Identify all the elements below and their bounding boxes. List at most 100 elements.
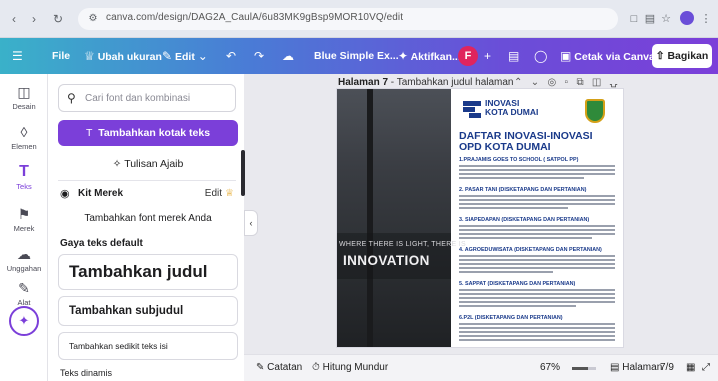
undo-icon[interactable]: ↶ [226,38,236,74]
search-placeholder: Cari font dan kombinasi [85,93,191,104]
timer-icon: ⏱ [312,362,320,373]
rail-item-uploads[interactable]: ☁ Unggahan [0,246,48,273]
timer-button[interactable]: ⏱ Hitung Mundur [312,362,388,373]
list-item-heading: 2. PASAR TANI (DISKETAPANG DAN PERTANIAN… [459,187,587,193]
rail-item-design[interactable]: ◫ Desain [0,84,48,111]
hide-icon[interactable]: ◎ [547,77,556,88]
innovation-photo: WHERE THERE IS LIGHT, THERE IS INNOVATIO… [337,89,466,347]
browser-chrome: ‹ › ↻ ⚙ canva.com/design/DAG2A_CaulA/6u8… [0,0,718,38]
fullscreen-icon[interactable]: ⤢ [702,362,710,373]
notes-icon: ✎ [256,362,265,373]
url-text[interactable]: canva.com/design/DAG2A_CaulA/6u83MK9gBsp… [106,12,403,23]
address-bar[interactable]: ⚙ canva.com/design/DAG2A_CaulA/6u83MK9gB… [78,8,618,30]
lock-icon[interactable]: ▫ [565,77,569,88]
browser-menu-icon[interactable]: ⋮ [698,10,714,28]
rail-item-text[interactable]: T Teks [0,164,48,192]
search-input[interactable]: ⚲ Cari font dan kombinasi [58,84,236,112]
screenshot-icon[interactable]: □ [626,10,642,28]
page-title-input[interactable]: Tambahkan judul halaman [397,77,514,88]
magic-write-button[interactable]: ✧ Tulisan Ajaib [58,152,238,176]
list-item-heading: 6.P2L (DISKETAPANG DAN PERTANIAN) [459,315,563,321]
comment-icon[interactable]: ◯ [534,38,547,74]
pages-label: Halaman [622,362,663,373]
list-item-heading: 4. AGROEDUWISATA (DISKETAPANG DAN PERTAN… [459,247,602,253]
subheading-style-card[interactable]: Tambahkan subjudul [58,296,238,326]
heading-style-card[interactable]: Tambahkan judul [58,254,238,290]
status-bar: ✎ Catatan ⏱ Hitung Mundur 67% ▤ Halaman … [244,354,718,381]
print-label: Cetak via Canva [574,51,655,63]
edit-menu[interactable]: ✎ Edit ⌄ [162,38,208,74]
brand-edit-link[interactable]: Edit ♕ [205,188,234,199]
page-count: 7/9 [660,362,674,373]
activate-button[interactable]: ✦ Aktifkan... [398,38,461,74]
redo-icon[interactable]: ↷ [254,38,264,74]
page-document[interactable]: WHERE THERE IS LIGHT, THERE IS INNOVATIO… [336,88,624,348]
magic-write-label: Tulisan Ajaib [124,158,184,170]
brand-kit-title: Kit Merek [78,188,124,199]
activate-label: Aktifkan... [410,51,461,63]
add-brand-font-button[interactable]: Tambahkan font merek Anda [58,208,238,230]
rail-item-elements[interactable]: ◊ Elemen [0,124,48,151]
profile-avatar[interactable] [680,11,694,25]
editor-toolbar: ☰ File ♕ Ubah ukuran ✎ Edit ⌄ ↶ ↷ ☁ Blue… [0,38,718,74]
add-page-icon[interactable]: ⍽ [610,77,618,88]
share-button[interactable]: ⇧ Bagikan [652,44,712,68]
list-item-body [459,225,615,241]
forward-icon[interactable]: › [26,10,42,28]
analytics-icon[interactable]: ▤ [508,38,519,74]
list-item-body [459,165,615,181]
resize-label: Ubah ukuran [97,51,162,63]
grid-view-icon[interactable]: ▦ [686,362,695,373]
bookmark-star-icon[interactable]: ☆ [658,10,674,28]
chevron-up-icon[interactable]: ⌃ [514,77,522,88]
share-icon: ⇧ [655,50,665,62]
brand-edit-label: Edit [204,188,223,199]
notes-label: Catatan [267,362,303,373]
trash-icon[interactable]: ◫ [592,77,601,88]
inovasi-logo-icon [463,101,481,119]
photo-text-small: WHERE THERE IS LIGHT, THERE IS [339,241,466,248]
design-canvas: Halaman 7 - Tambahkan judul halaman ⌃ ⌄ … [244,74,718,381]
reload-icon[interactable]: ↻ [50,10,66,28]
chevron-down-icon: ⌄ [197,49,208,63]
zoom-value[interactable]: 67% [540,362,560,373]
notes-button[interactable]: ✎ Catatan [256,362,302,373]
add-collaborator-icon[interactable]: + [484,38,491,74]
page-label: Halaman 7 [338,77,389,88]
sparkle-icon: ✦ [398,49,409,63]
cloud-save-icon[interactable]: ☁ [282,38,294,74]
back-icon[interactable]: ‹ [6,10,22,28]
shapes-icon: ◊ [20,124,28,140]
add-textbox-button[interactable]: T Tambahkan kotak teks [58,120,238,146]
chevron-down-icon[interactable]: ⌄ [531,77,539,88]
body-style-card[interactable]: Tambahkan sedikit teks isi [58,332,238,360]
truck-icon: ▣ [560,49,572,63]
layout-icon: ◫ [17,84,31,100]
zoom-slider[interactable] [572,367,596,370]
translate-icon[interactable]: ▤ [642,10,658,28]
list-item-heading: 3. SIAPEDAPAN (DISKETAPANG DAN PERTANIAN… [459,217,590,223]
text-icon: T [85,127,93,139]
resize-button[interactable]: ♕ Ubah ukuran [84,38,162,74]
pages-button[interactable]: ▤ Halaman [610,362,662,373]
rail-item-tools[interactable]: ✎ Alat [0,280,48,307]
site-info-icon[interactable]: ⚙ [86,12,100,26]
rail-label: Teks [16,182,32,191]
edit-label: Edit [174,51,195,63]
default-styles-heading: Gaya teks default [60,238,143,249]
brand-kit-icon: ◉ [60,188,70,200]
file-menu[interactable]: File [52,38,70,74]
menu-icon[interactable]: ☰ [12,38,23,74]
rail-item-brand[interactable]: ⚑ Merek [0,206,48,233]
design-title[interactable]: Blue Simple Ex... [314,38,399,74]
doc-title-line2: OPD KOTA DUMAI [459,141,551,153]
magic-wand-icon: ✧ [112,158,122,170]
duplicate-icon[interactable]: ⧉ [576,77,583,88]
text-panel: ⚲ Cari font dan kombinasi T Tambahkan ko… [48,74,244,381]
draw-icon: ✎ [18,280,30,296]
photo-text-big: INNOVATION [343,253,430,268]
user-avatar[interactable]: F [458,46,478,66]
print-button[interactable]: ▣ Cetak via Canva [560,38,655,74]
logo-text: INOVASI KOTA DUMAI [485,99,538,117]
magic-assistant-icon[interactable]: ✦ [9,306,39,336]
